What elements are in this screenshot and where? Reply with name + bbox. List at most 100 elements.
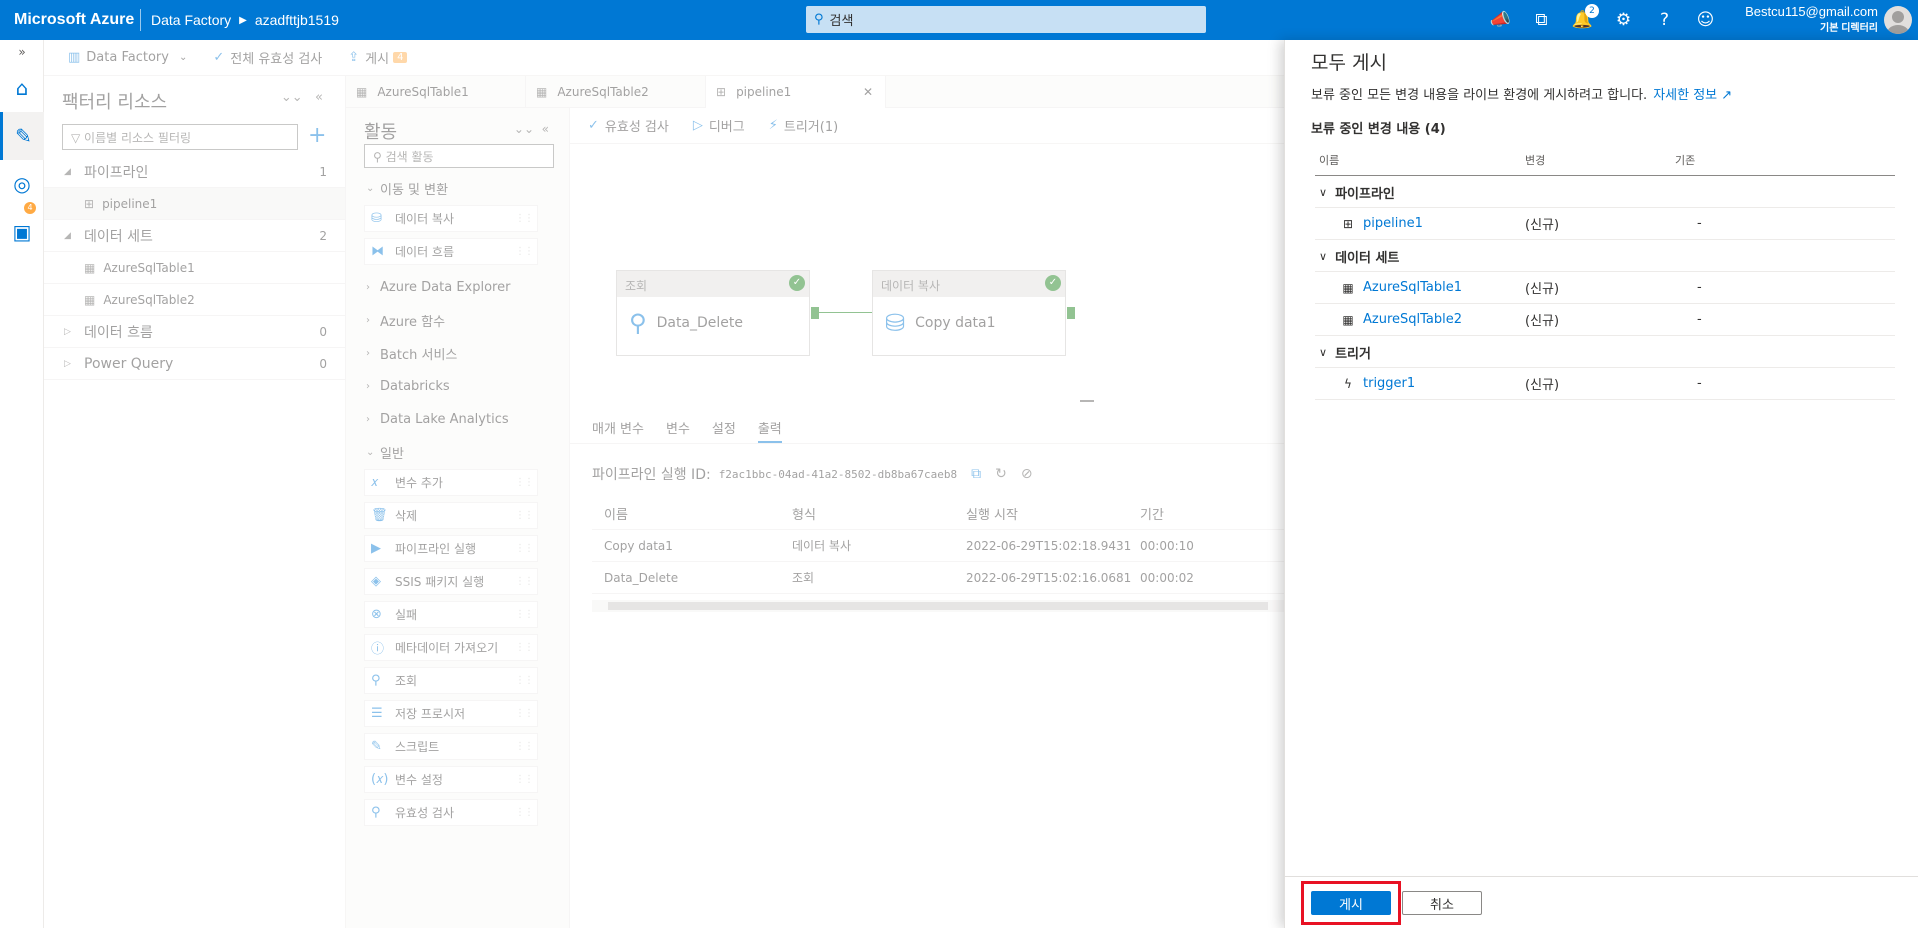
collapse-icons[interactable]: ⌄⌄ « — [514, 122, 549, 136]
table-row[interactable]: Copy data1 데이터 복사 2022-06-29T15:02:18.94… — [592, 530, 1284, 562]
monitor-icon[interactable]: ◎ — [0, 160, 44, 208]
activity-append-variable[interactable]: 𝑥 변수 추가 ⋮⋮ — [364, 469, 538, 496]
validate-all-button[interactable]: ✓ 전체 유효성 검사 — [213, 48, 322, 67]
activity-copy-data[interactable]: ⛁ 데이터 복사 ⋮⋮ — [364, 205, 538, 232]
breadcrumb-factory-name[interactable]: azadfttjb1519 — [255, 12, 339, 28]
category-data-lake-analytics[interactable]: › Data Lake Analytics — [346, 403, 569, 436]
tab-azuresqltable2[interactable]: ▦ AzureSqlTable2 — [526, 76, 706, 108]
drag-grip-icon[interactable]: ⋮⋮ — [515, 213, 534, 224]
tab-settings[interactable]: 설정 — [712, 408, 736, 443]
output-port[interactable] — [811, 307, 819, 319]
tree-group-datasets[interactable]: ◢ 데이터 세트 2 — [44, 220, 345, 252]
category-azure-data-explorer[interactable]: › Azure Data Explorer — [346, 271, 569, 304]
drag-grip-icon[interactable]: ⋮⋮ — [515, 642, 534, 653]
activity-fail[interactable]: ⊗ 실패 ⋮⋮ — [364, 601, 538, 628]
activity-node-lookup[interactable]: 조회 ✓ ⚲ Data_Delete — [616, 270, 819, 356]
refresh-icon[interactable]: ↻ — [995, 466, 1007, 482]
drag-grip-icon[interactable]: ⋮⋮ — [515, 477, 534, 488]
drag-grip-icon[interactable]: ⋮⋮ — [515, 543, 534, 554]
activity-get-metadata[interactable]: ⓘ 메타데이터 가져오기 ⋮⋮ — [364, 634, 538, 661]
validate-button[interactable]: ✓ 유효성 검사 — [588, 116, 669, 135]
factory-selector[interactable]: ▥ Data Factory ⌄ — [68, 50, 187, 65]
add-resource-plus-icon[interactable]: + — [308, 123, 326, 148]
tree-item-azuresqltable2[interactable]: ▦ AzureSqlTable2 — [44, 284, 345, 316]
group-triggers[interactable]: ∨ 트리거 — [1315, 338, 1895, 368]
account-info[interactable]: Bestcu115@gmail.com 기본 디렉터리 — [1720, 4, 1878, 34]
resource-filter-input[interactable]: ▽ 이름별 리소스 필터링 — [62, 124, 298, 150]
trigger-button[interactable]: ⚡ 트리거(1) — [769, 116, 838, 135]
announcement-icon[interactable]: 📣 — [1480, 10, 1521, 30]
activity-search-input[interactable]: ⚲ 검색 활동 — [364, 144, 554, 168]
tab-output[interactable]: 출력 — [757, 408, 782, 443]
tab-pipeline1[interactable]: ⊞ pipeline1 ✕ — [706, 76, 886, 108]
tree-group-pipelines[interactable]: ◢ 파이프라인 1 — [44, 156, 345, 188]
drag-grip-icon[interactable]: ⋮⋮ — [515, 741, 534, 752]
azure-brand[interactable]: Microsoft Azure — [0, 11, 140, 29]
scroll-thumb[interactable] — [608, 602, 1268, 610]
activity-node-copy[interactable]: 데이터 복사 ✓ ⛁ Copy data1 — [872, 270, 1075, 356]
cancel-circle-icon[interactable]: ⊘ — [1021, 466, 1033, 482]
activity-stored-procedure[interactable]: ☰ 저장 프로시저 ⋮⋮ — [364, 700, 538, 727]
breadcrumb-data-factory[interactable]: Data Factory — [151, 12, 231, 28]
tab-variables[interactable]: 변수 — [666, 408, 690, 443]
activity-lookup[interactable]: ⚲ 조회 ⋮⋮ — [364, 667, 538, 694]
drag-grip-icon[interactable]: ⋮⋮ — [515, 510, 534, 521]
collapse-icons[interactable]: ⌄⌄ « — [281, 90, 323, 105]
category-azure-functions[interactable]: › Azure 함수 — [346, 304, 569, 337]
dependency-link[interactable] — [818, 312, 872, 313]
pipeline-canvas[interactable]: 조회 ✓ ⚲ Data_Delete 데이터 복사 ✓ ⛁ Copy data1 — [570, 144, 1284, 400]
horizontal-scrollbar[interactable] — [592, 600, 1284, 612]
drag-grip-icon[interactable]: ⋮⋮ — [515, 807, 534, 818]
manage-toolbox-icon[interactable]: ▣ — [0, 208, 44, 256]
tree-group-dataflows[interactable]: ▷ 데이터 흐름 0 — [44, 316, 345, 348]
settings-gear-icon[interactable]: ⚙ — [1603, 10, 1644, 30]
global-search-input[interactable]: ⚲ 검색 — [806, 6, 1206, 33]
tab-azuresqltable1[interactable]: ▦ AzureSqlTable1 — [346, 76, 526, 108]
item-link[interactable]: pipeline1 — [1363, 216, 1423, 231]
drag-grip-icon[interactable]: ⋮⋮ — [515, 576, 534, 587]
pane-splitter[interactable] — [1080, 400, 1094, 402]
group-datasets[interactable]: ∨ 데이터 세트 — [1315, 242, 1895, 272]
activity-set-variable[interactable]: (𝑥) 변수 설정 ⋮⋮ — [364, 766, 538, 793]
activity-validation[interactable]: ⚲ 유효성 검사 ⋮⋮ — [364, 799, 538, 826]
activity-delete[interactable]: 🗑 삭제 ⋮⋮ — [364, 502, 538, 529]
category-databricks[interactable]: › Databricks — [346, 370, 569, 403]
drag-grip-icon[interactable]: ⋮⋮ — [515, 708, 534, 719]
publish-button[interactable]: 게시 — [1311, 891, 1391, 915]
notifications-icon[interactable]: 🔔 2 — [1562, 4, 1603, 30]
switch-directory-icon[interactable]: ⧉ — [1521, 10, 1562, 30]
item-link[interactable]: trigger1 — [1363, 376, 1415, 391]
category-general[interactable]: ⌄ 일반 — [346, 436, 569, 469]
copy-icon[interactable]: ⧉ — [971, 466, 981, 482]
drag-grip-icon[interactable]: ⋮⋮ — [515, 675, 534, 686]
avatar[interactable] — [1884, 6, 1912, 34]
publish-all-button[interactable]: ⇪ 게시 4 — [348, 48, 408, 67]
group-pipelines[interactable]: ∨ 파이프라인 — [1315, 178, 1895, 208]
chevron-down-icon: ∨ — [1319, 250, 1328, 263]
activity-data-flow[interactable]: ⧓ 데이터 흐름 ⋮⋮ — [364, 238, 538, 265]
drag-grip-icon[interactable]: ⋮⋮ — [515, 609, 534, 620]
expand-rail-icon[interactable]: » — [0, 40, 44, 64]
debug-button[interactable]: ▷ 디버그 — [693, 116, 745, 135]
item-link[interactable]: AzureSqlTable2 — [1363, 312, 1462, 327]
cancel-button[interactable]: 취소 — [1402, 891, 1482, 915]
output-port[interactable] — [1067, 307, 1075, 319]
activity-execute-pipeline[interactable]: ▶ 파이프라인 실행 ⋮⋮ — [364, 535, 538, 562]
close-icon[interactable]: ✕ — [863, 85, 873, 99]
activity-script[interactable]: ✎ 스크립트 ⋮⋮ — [364, 733, 538, 760]
tree-group-powerquery[interactable]: ▷ Power Query 0 — [44, 348, 345, 380]
drag-grip-icon[interactable]: ⋮⋮ — [515, 246, 534, 257]
category-move-transform[interactable]: ⌄ 이동 및 변환 — [346, 172, 569, 205]
tab-parameters[interactable]: 매개 변수 — [592, 408, 644, 443]
home-icon[interactable]: ⌂ — [0, 64, 44, 112]
category-batch[interactable]: › Batch 서비스 — [346, 337, 569, 370]
item-link[interactable]: AzureSqlTable1 — [1363, 280, 1462, 295]
activity-ssis[interactable]: ◈ SSIS 패키지 실행 ⋮⋮ — [364, 568, 538, 595]
help-icon[interactable]: ? — [1644, 10, 1685, 30]
learn-more-link[interactable]: 자세한 정보 ↗ — [1653, 88, 1732, 103]
drag-grip-icon[interactable]: ⋮⋮ — [515, 774, 534, 785]
tree-item-azuresqltable1[interactable]: ▦ AzureSqlTable1 — [44, 252, 345, 284]
author-pencil-icon[interactable]: ✎ — [0, 112, 44, 160]
tree-item-pipeline1[interactable]: ⊞ pipeline1 — [44, 188, 345, 220]
table-row[interactable]: Data_Delete 조회 2022-06-29T15:02:16.0681 … — [592, 562, 1284, 594]
